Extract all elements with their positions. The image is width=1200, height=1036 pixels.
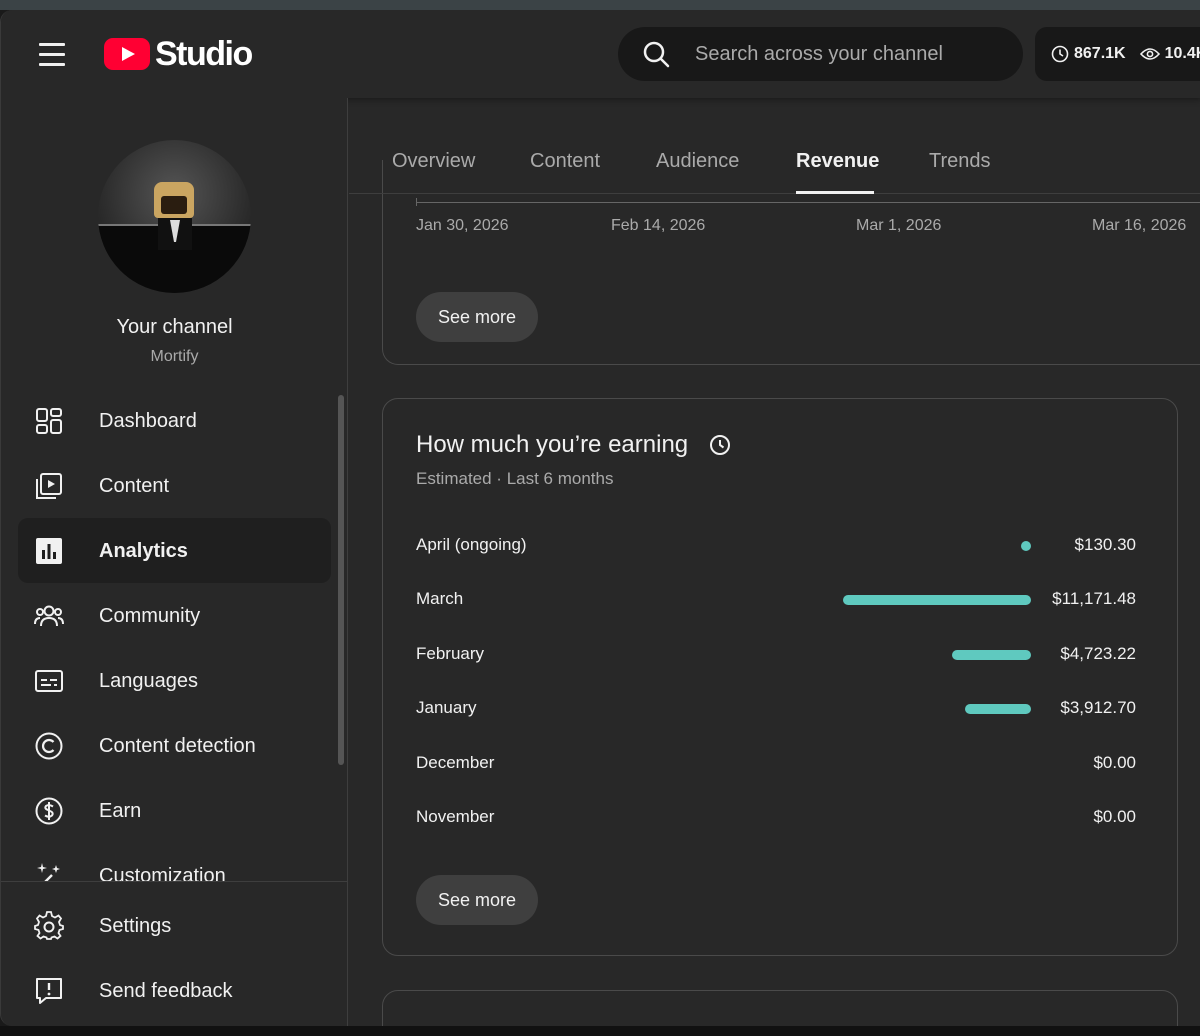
avatar[interactable] — [98, 140, 251, 293]
earnings-row: April (ongoing) $130.30 — [416, 531, 1136, 561]
earnings-amount: $130.30 — [1074, 535, 1136, 554]
earnings-bar — [1021, 541, 1031, 551]
earnings-row: February $4,723.22 — [416, 640, 1136, 670]
sidebar-item-customization[interactable]: Customization — [18, 843, 331, 881]
menu-icon[interactable] — [31, 36, 73, 72]
sidebar-item-send-feedback[interactable]: Send feedback — [18, 958, 331, 1023]
eye-icon — [1139, 48, 1160, 60]
earnings-bar — [965, 704, 1031, 715]
logo-text: Studio — [155, 34, 253, 73]
sidebar-item-earn[interactable]: Earn — [18, 778, 331, 843]
tab-trends[interactable]: Trends — [929, 150, 991, 173]
sidebar-item-content[interactable]: Content — [18, 453, 331, 518]
earnings-row: November $0.00 — [416, 803, 1136, 833]
earnings-card: How much you’re earning Estimated · Last… — [382, 398, 1178, 956]
sidebar-item-label: Send feedback — [99, 980, 233, 1002]
sidebar-nav-scroll: Dashboard Content Analytics Community La… — [1, 388, 348, 881]
dollar-icon — [35, 797, 63, 825]
earnings-amount: $0.00 — [1093, 752, 1136, 772]
timeline-label: Jan 30, 2026 — [416, 217, 509, 234]
sidebar-item-languages[interactable]: Languages — [18, 648, 331, 713]
views-stat: 10.4K — [1139, 45, 1200, 63]
search-icon[interactable] — [642, 40, 670, 68]
tab-overview[interactable]: Overview — [392, 150, 475, 173]
tab-audience[interactable]: Audience — [656, 150, 739, 173]
sidebar-bottom-nav: Settings Send feedback — [18, 893, 331, 1023]
sidebar-item-label: Customization — [99, 865, 226, 881]
earnings-month: November — [416, 807, 495, 826]
earnings-title: How much you’re earning — [416, 431, 689, 458]
sidebar-item-label: Earn — [99, 800, 142, 822]
timeline-label: Mar 16, 2026 — [1092, 217, 1187, 234]
watch-time-value: 867.1K — [1074, 45, 1126, 62]
earnings-amount: $0.00 — [1093, 807, 1136, 826]
earnings-month: February — [416, 643, 485, 663]
channel-title: Your channel — [116, 316, 233, 338]
community-icon — [34, 605, 64, 627]
earnings-month: December — [416, 752, 495, 772]
earnings-amount: $11,171.48 — [1052, 589, 1136, 609]
sidebar-item-dashboard[interactable]: Dashboard — [18, 388, 331, 453]
sidebar-item-label: Community — [99, 605, 201, 627]
earnings-month: April (ongoing) — [416, 535, 527, 554]
earnings-row: March $11,171.48 — [416, 585, 1136, 615]
youtube-play-icon — [104, 38, 150, 70]
sidebar-nav: Dashboard Content Analytics Community La… — [18, 388, 331, 881]
sidebar-item-community[interactable]: Community — [18, 583, 331, 648]
channel-name: Mortify — [150, 348, 199, 365]
timeline-label: Feb 14, 2026 — [611, 217, 706, 234]
feedback-icon — [36, 978, 62, 1004]
sidebar-item-settings[interactable]: Settings — [18, 893, 331, 958]
sidebar-divider — [1, 881, 348, 882]
earnings-amount: $3,912.70 — [1060, 698, 1136, 718]
timeline-axis — [416, 202, 1200, 203]
copyright-icon — [35, 732, 63, 760]
sidebar-item-label: Languages — [99, 670, 198, 692]
earnings-row: January $3,912.70 — [416, 694, 1136, 724]
earnings-bar — [843, 595, 1031, 606]
tab-revenue[interactable]: Revenue — [796, 150, 879, 173]
sidebar: Your channel Mortify Dashboard Content A… — [1, 98, 348, 1026]
top-header: Studio 867.1K 10.4K — [1, 10, 1200, 98]
subtitles-icon — [35, 670, 63, 692]
earnings-amount: $4,723.22 — [1060, 643, 1136, 663]
sidebar-item-content-detection[interactable]: Content detection — [18, 713, 331, 778]
desktop-top-strip — [0, 0, 1200, 10]
active-tab-indicator — [796, 191, 874, 194]
studio-window: Studio 867.1K 10.4K — [0, 10, 1200, 1026]
sidebar-item-analytics[interactable]: Analytics — [18, 518, 331, 583]
content-icon — [36, 473, 62, 499]
earnings-row: December $0.00 — [416, 749, 1136, 779]
timeline-axis-tick — [416, 198, 417, 206]
sidebar-item-label: Dashboard — [99, 410, 197, 432]
earnings-subtitle: Estimated · Last 6 months — [416, 469, 614, 488]
earnings-bar — [951, 649, 1031, 660]
analytics-icon — [36, 538, 62, 564]
magic-wand-icon — [37, 863, 60, 881]
gear-icon — [34, 911, 64, 940]
dashboard-icon — [36, 408, 62, 434]
see-more-button[interactable]: See more — [416, 875, 539, 925]
clock-icon — [1051, 45, 1069, 63]
tab-content[interactable]: Content — [530, 150, 600, 173]
search-input[interactable] — [695, 27, 1005, 81]
next-card — [382, 990, 1178, 1026]
timeline-label: Mar 1, 2026 — [856, 217, 942, 234]
analytics-tabs: Overview Content Audience Revenue Trends — [349, 98, 1200, 194]
sidebar-item-label: Settings — [99, 915, 172, 937]
views-value: 10.4K — [1164, 45, 1200, 62]
earnings-month: March — [416, 589, 464, 609]
sidebar-scrollbar[interactable] — [338, 395, 344, 765]
realtime-stats[interactable]: 867.1K 10.4K — [1035, 27, 1200, 81]
watch-time-stat: 867.1K — [1051, 45, 1126, 63]
sidebar-item-label: Content — [99, 475, 170, 497]
studio-logo[interactable]: Studio — [104, 34, 253, 74]
earnings-month: January — [416, 698, 477, 718]
desktop-bottom-strip — [0, 1026, 1200, 1036]
see-more-button[interactable]: See more — [416, 292, 539, 342]
sidebar-item-label: Analytics — [99, 540, 188, 562]
search-bar[interactable] — [618, 27, 1023, 81]
clock-icon[interactable] — [709, 434, 731, 456]
sidebar-item-label: Content detection — [99, 735, 256, 757]
